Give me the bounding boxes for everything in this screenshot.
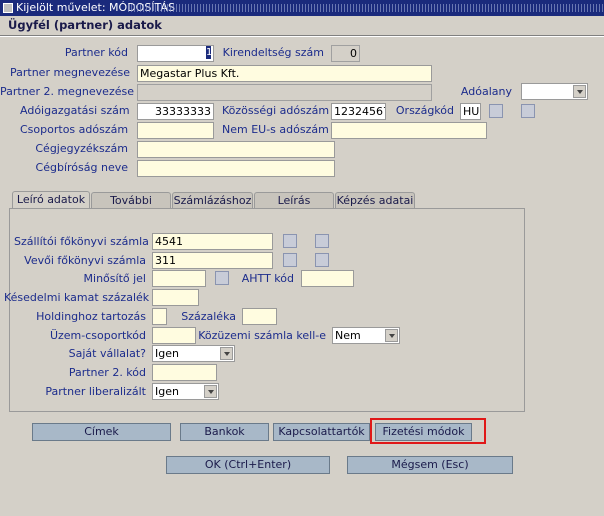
sajat-value: Igen (155, 347, 179, 360)
megnevezes2-field[interactable] (137, 84, 432, 101)
cegjegyzek-field[interactable] (137, 141, 335, 158)
holding-label: Holdinghoz tartozás (36, 310, 146, 323)
liberalizalt-select[interactable]: Igen (152, 383, 219, 400)
kirendeltseg-label: Kirendeltség szám (222, 46, 324, 59)
kozuzemi-select[interactable]: Nem (332, 327, 400, 344)
liberalizalt-value: Igen (155, 385, 179, 398)
bankok-button[interactable]: Bankok (180, 423, 269, 441)
sajat-select[interactable]: Igen (152, 345, 235, 362)
title-bar-stripes (128, 4, 604, 12)
partner2-field[interactable] (152, 364, 217, 381)
minosito-lookup-button[interactable] (215, 271, 229, 285)
minosito-label: Minősítő jel (83, 272, 146, 285)
tab-szamlazashoz[interactable]: Számlázáshoz (172, 192, 253, 209)
orszagkod-lookup-button[interactable] (489, 104, 503, 118)
holding-field[interactable] (152, 308, 167, 325)
uzem-label: Üzem-csoportkód (49, 329, 146, 342)
szazaleka-field[interactable] (242, 308, 277, 325)
megnevezes2-label: Partner 2. megnevezése (0, 85, 134, 98)
tab-tovabbi-adatok[interactable]: További adatok (91, 192, 171, 223)
kesedelmi-label: Késedelmi kamat százalék (4, 291, 150, 304)
szallitoi-lookup-button[interactable] (283, 234, 297, 248)
cegbirosag-field[interactable] (137, 160, 335, 177)
ok-button[interactable]: OK (Ctrl+Enter) (166, 456, 330, 474)
chevron-down-icon[interactable] (204, 385, 217, 398)
chevron-down-icon[interactable] (573, 85, 586, 98)
sajat-label: Saját vállalat? (68, 347, 146, 360)
kozuzemi-label: Közüzemi számla kell-e (198, 329, 326, 342)
megnevezes-label: Partner megnevezése (10, 66, 130, 79)
kirendeltseg-field[interactable]: 0 (331, 45, 360, 62)
vevoi-field[interactable]: 311 (152, 252, 273, 269)
liberalizalt-label: Partner liberalizált (45, 385, 146, 398)
title-bar: Kijelölt művelet: MÓDOSÍTÁS (0, 0, 604, 16)
minosito-field[interactable] (152, 270, 206, 287)
kapcsolattartok-button[interactable]: Kapcsolattartók (273, 423, 370, 441)
csoportos-field[interactable] (137, 122, 214, 139)
cancel-button[interactable]: Mégsem (Esc) (347, 456, 513, 474)
adoazonosito-label: Adóigazgatási szám (20, 104, 130, 117)
tab-leiro-adatok[interactable]: Leíró adatok (12, 191, 90, 210)
chevron-down-icon[interactable] (220, 347, 233, 360)
fizetesi-modok-button[interactable]: Fizetési módok (375, 423, 472, 441)
partner-kod-label: Partner kód (64, 46, 128, 59)
szallitoi-label: Szállítói főkönyvi számla (14, 235, 149, 248)
section-title: Ügyfél (partner) adatok (8, 18, 162, 32)
nem-eu-label: Nem EU-s adószám (222, 123, 329, 136)
csoportos-label: Csoportos adószám (20, 123, 129, 136)
vevoi-lookup-button[interactable] (283, 253, 297, 267)
adoszam-check-button[interactable] (521, 104, 535, 118)
ahtt-label: AHTT kód (241, 272, 294, 285)
kozuzemi-value: Nem (335, 329, 361, 342)
adoalany-label: Adóalany (460, 85, 512, 98)
kozossegi-field[interactable]: 123245678 (331, 103, 386, 120)
tab-kepzes-adatai[interactable]: Képzés adatai (335, 192, 415, 209)
window-icon (3, 3, 13, 13)
tab-leiras[interactable]: Leírás (254, 192, 334, 209)
partner2-label: Partner 2. kód (68, 366, 146, 379)
cegbirosag-label: Cégbíróság neve (35, 161, 128, 174)
divider (0, 35, 604, 37)
megnevezes-field[interactable]: Megastar Plus Kft. (137, 65, 432, 82)
szazaleka-label: Százaléka (181, 310, 236, 323)
chevron-down-icon[interactable] (385, 329, 398, 342)
nem-eu-field[interactable] (331, 122, 487, 139)
cimek-button[interactable]: Címek (32, 423, 171, 441)
szallitoi-extra-button[interactable] (315, 234, 329, 248)
kesedelmi-field[interactable] (152, 289, 199, 306)
ahtt-field[interactable] (301, 270, 354, 287)
adoalany-select[interactable] (521, 83, 588, 100)
vevoi-label: Vevői főkönyvi számla (24, 254, 146, 267)
adoazonosito-field[interactable]: 33333333 (137, 103, 214, 120)
uzem-field[interactable] (152, 327, 196, 344)
partner-kod-field[interactable]: 1 (137, 45, 214, 62)
kozossegi-label: Közösségi adószám (222, 104, 330, 117)
cegjegyzek-label: Cégjegyzékszám (35, 142, 128, 155)
vevoi-extra-button[interactable] (315, 253, 329, 267)
szallitoi-field[interactable]: 4541 (152, 233, 273, 250)
orszagkod-label: Országkód (395, 104, 454, 117)
partner-kod-value: 1 (206, 46, 213, 59)
orszagkod-field[interactable]: HU (460, 103, 481, 120)
